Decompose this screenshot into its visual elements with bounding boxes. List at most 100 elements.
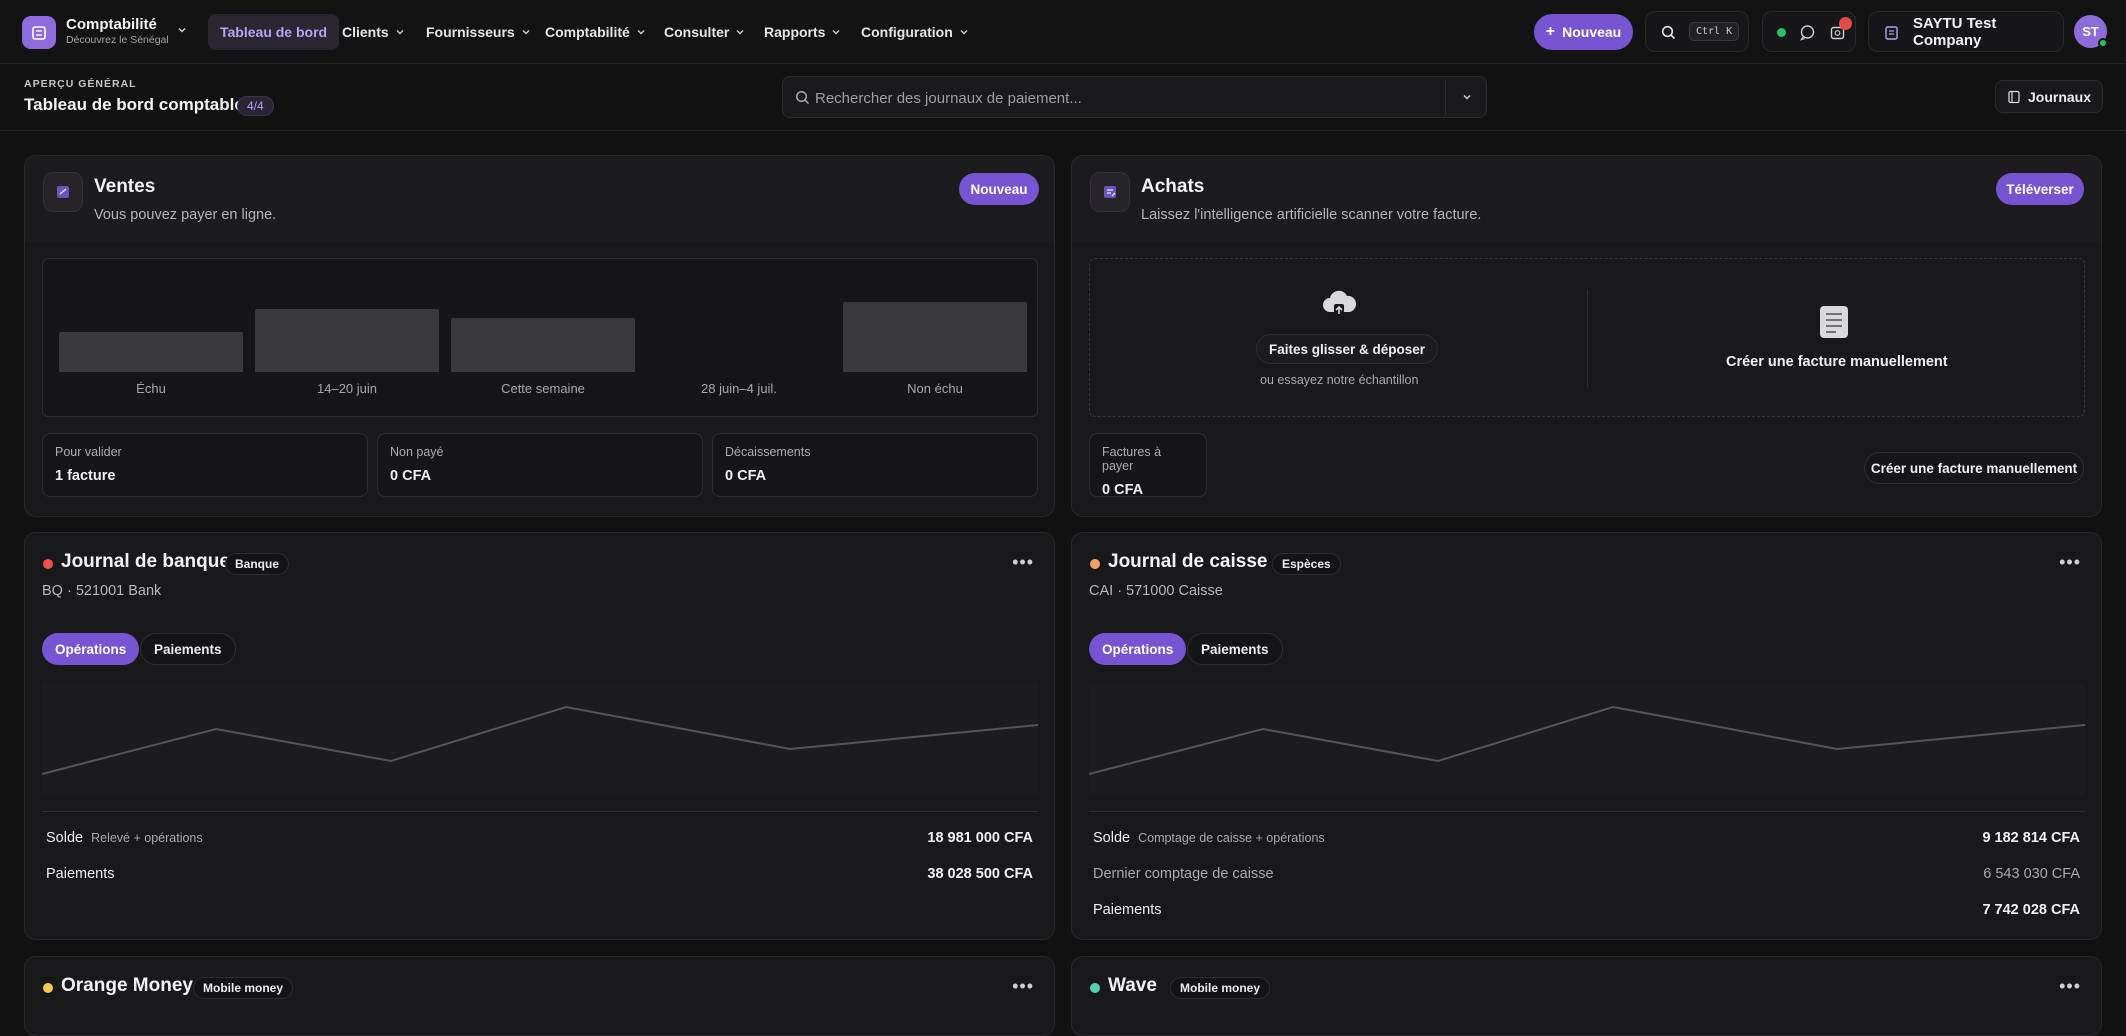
chevron-down-icon — [960, 30, 968, 35]
upload-button[interactable]: Téléverser — [1996, 173, 2084, 205]
aging-bar[interactable] — [255, 309, 439, 372]
journal-search-input[interactable] — [815, 87, 1415, 109]
app-name: Comptabilité — [66, 16, 157, 33]
invoice-icon — [43, 172, 83, 212]
company-switcher[interactable]: SAYTU Test Company — [1868, 11, 2064, 52]
nav-label: Tableau de bord — [220, 24, 328, 40]
sample-link[interactable]: ou essayez notre échantillon — [1260, 373, 1418, 387]
nav-configuration[interactable]: Configuration — [849, 14, 981, 50]
aging-bar-label: Non échu — [907, 381, 963, 396]
wave-journal-title: Wave — [1108, 975, 1157, 996]
plus-icon: + — [1545, 23, 1556, 40]
top-bar: Comptabilité Découvrez le Sénégal Tablea… — [0, 0, 2126, 64]
global-search-button[interactable]: Ctrl K — [1645, 11, 1749, 52]
row-note: Relevé + opérations — [91, 831, 203, 845]
stat-factures-a-payer[interactable]: Factures à payer 0 CFA — [1089, 433, 1207, 498]
nav-rapports[interactable]: Rapports — [752, 14, 853, 50]
stat-value: 0 CFA — [725, 468, 767, 484]
sales-card-header — [25, 156, 1054, 242]
app-switcher-chevron-icon[interactable] — [176, 23, 188, 41]
avatar-initials: ST — [2082, 24, 2099, 39]
upload-drop-zone[interactable]: Faites glisser & déposer ou essayez notr… — [1089, 258, 2085, 417]
stat-label: Factures à payer — [1102, 445, 1162, 473]
stat-non-paye[interactable]: Non payé 0 CFA — [377, 433, 703, 497]
bank-balance-sparkline — [41, 683, 1039, 795]
stat-decaissements[interactable]: Décaissements 0 CFA — [712, 433, 1038, 497]
sales-new-button[interactable]: Nouveau — [959, 173, 1039, 205]
sparkline-line — [1088, 705, 2086, 775]
sales-subtitle: Vous pouvez payer en ligne. — [94, 207, 277, 223]
divider — [1089, 811, 2085, 812]
bank-type-badge: Banque — [225, 553, 290, 575]
bank-journal-title: Journal de banque — [61, 551, 230, 572]
chevron-down-icon[interactable] — [1461, 91, 1473, 103]
avatar[interactable]: ST — [2074, 15, 2108, 48]
tab-operations[interactable]: Opérations — [42, 633, 140, 665]
nav-clients[interactable]: Clients — [330, 14, 417, 50]
aging-bar[interactable] — [59, 332, 243, 372]
orange-journal-title: Orange Money — [61, 975, 193, 996]
tab-paiements[interactable]: Paiements — [140, 633, 236, 665]
purchases-title: Achats — [1141, 176, 1205, 197]
aging-bar[interactable] — [451, 318, 635, 372]
new-button[interactable]: + Nouveau — [1534, 14, 1633, 50]
aging-bar-label: 14–20 juin — [317, 381, 377, 396]
cash-balance-sparkline — [1088, 683, 2086, 795]
journaux-button[interactable]: Journaux — [1995, 80, 2103, 113]
more-options-icon[interactable]: ••• — [2059, 552, 2081, 573]
cloud-upload-icon — [1323, 290, 1357, 316]
more-options-icon[interactable]: ••• — [1012, 552, 1034, 573]
nav-label: Clients — [342, 24, 389, 40]
row-value: 18 981 000 CFA — [927, 830, 1033, 846]
notification-badge — [1839, 17, 1852, 30]
row-note: Comptage de caisse + opérations — [1138, 831, 1325, 845]
drag-drop-label[interactable]: Faites glisser & déposer — [1256, 334, 1439, 364]
nav-consulter[interactable]: Consulter — [652, 14, 757, 50]
app-logo-icon[interactable] — [22, 16, 56, 49]
presence-dot — [2098, 38, 2108, 48]
aging-bar-label: Cette semaine — [501, 381, 585, 396]
more-options-icon[interactable]: ••• — [2059, 976, 2081, 997]
nav-tableau-de-bord[interactable]: Tableau de bord — [208, 14, 340, 50]
bank-journal-card: Journal de banque Banque ••• BQ · 521001… — [24, 532, 1055, 940]
cash-status-dot — [1090, 559, 1100, 569]
row-key: Dernier comptage de caisse — [1093, 866, 1274, 882]
search-icon — [795, 90, 810, 105]
wave-type-badge: Mobile money — [1170, 977, 1271, 999]
new-button-label: Nouveau — [1562, 24, 1622, 40]
nav-comptabilite[interactable]: Comptabilité — [533, 14, 658, 50]
sales-new-label: Nouveau — [970, 181, 1028, 197]
chevron-down-icon — [832, 30, 840, 35]
wave-card: Wave Mobile money ••• — [1071, 956, 2102, 1036]
manual-invoice-link[interactable]: Créer une facture manuellement — [1726, 354, 1948, 370]
upload-label: Téléverser — [2006, 181, 2074, 197]
online-status-icon — [1777, 28, 1786, 37]
journal-search-box — [782, 76, 1487, 118]
chat-icon[interactable] — [1799, 24, 1816, 41]
aging-bar-label: 28 juin–4 juil. — [701, 381, 777, 396]
nav-label: Configuration — [861, 24, 953, 40]
purchases-card: Achats Laissez l'intelligence artificiel… — [1071, 155, 2102, 517]
nav-label: Rapports — [764, 24, 826, 40]
chevron-down-icon — [396, 30, 404, 35]
drop-zone-divider — [1587, 290, 1588, 387]
purchases-subtitle: Laissez l'intelligence artificielle scan… — [1141, 207, 1482, 223]
stat-pour-valider[interactable]: Pour valider 1 facture — [42, 433, 368, 497]
aging-bar[interactable] — [843, 302, 1027, 372]
cash-type-badge: Espèces — [1272, 553, 1341, 575]
more-options-icon[interactable]: ••• — [1012, 976, 1034, 997]
stat-value: 0 CFA — [1102, 482, 1144, 498]
nav-fournisseurs[interactable]: Fournisseurs — [414, 14, 543, 50]
manual-invoice-button[interactable]: Créer une facture manuellement — [1864, 452, 2084, 484]
cash-last-count-row: Dernier comptage de caisse 6 543 030 CFA — [1093, 863, 2080, 885]
row-value: 7 742 028 CFA — [1982, 902, 2080, 918]
aging-bar-label: Échu — [136, 381, 166, 396]
nav-label: Fournisseurs — [426, 24, 515, 40]
chevron-down-icon — [637, 30, 645, 35]
chevron-down-icon — [522, 30, 530, 35]
tab-paiements[interactable]: Paiements — [1187, 633, 1283, 665]
row-key: Paiements — [1093, 902, 1162, 918]
row-key: Paiements — [46, 866, 115, 882]
tab-operations[interactable]: Opérations — [1089, 633, 1187, 665]
row-key: Solde — [46, 830, 84, 846]
